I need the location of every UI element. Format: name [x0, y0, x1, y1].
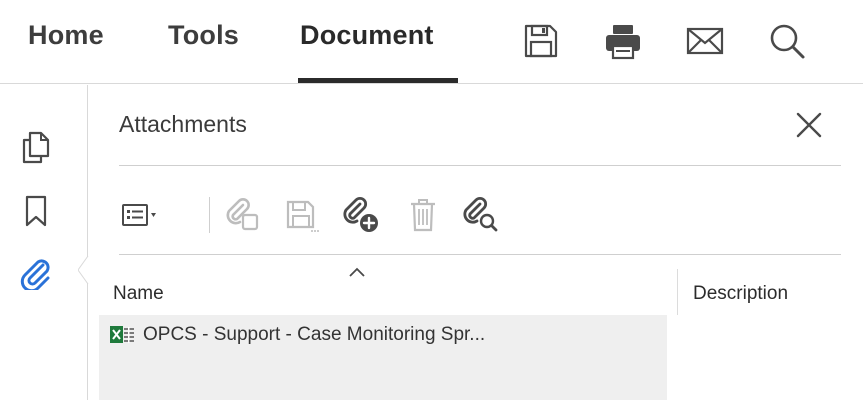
add-attachment-icon[interactable] [339, 193, 383, 237]
table-row[interactable]: OPCS - Support - Case Monitoring Spr... [99, 315, 667, 400]
attachments-toolbar [119, 189, 841, 241]
bookmark-icon[interactable] [16, 191, 56, 231]
delete-attachment-icon[interactable] [401, 193, 445, 237]
panel-divider-bottom [119, 254, 841, 255]
top-menu-bar: Home Tools Document [0, 0, 863, 84]
close-icon[interactable] [789, 105, 829, 145]
tab-document[interactable]: Document [300, 20, 434, 51]
print-icon[interactable] [600, 18, 646, 64]
attachment-icon[interactable] [16, 253, 56, 293]
search-attachment-icon[interactable] [459, 193, 503, 237]
options-menu-icon[interactable] [119, 193, 163, 237]
navigation-rail [0, 85, 89, 400]
save-icon[interactable] [518, 18, 564, 64]
panel-divider-top [119, 165, 841, 166]
column-separator[interactable] [677, 269, 678, 315]
column-header-name[interactable]: Name [113, 283, 164, 305]
tab-home[interactable]: Home [28, 20, 104, 51]
attachment-name: OPCS - Support - Case Monitoring Spr... [143, 324, 486, 345]
sort-ascending-icon[interactable] [347, 265, 367, 279]
excel-file-icon [110, 326, 134, 343]
panel-title: Attachments [119, 111, 247, 137]
email-icon[interactable] [682, 18, 728, 64]
attachments-panel: Attachments Name Description OPCS - Supp… [89, 85, 863, 400]
attachments-table-header: Name Description [99, 267, 863, 315]
save-attachment-icon[interactable] [279, 193, 323, 237]
search-icon[interactable] [764, 18, 810, 64]
pages-icon[interactable] [16, 127, 56, 167]
toolbar-separator [209, 197, 210, 233]
open-attachment-icon[interactable] [221, 193, 265, 237]
active-tab-indicator [298, 78, 458, 83]
column-header-description[interactable]: Description [693, 283, 788, 305]
tab-tools[interactable]: Tools [168, 20, 239, 51]
